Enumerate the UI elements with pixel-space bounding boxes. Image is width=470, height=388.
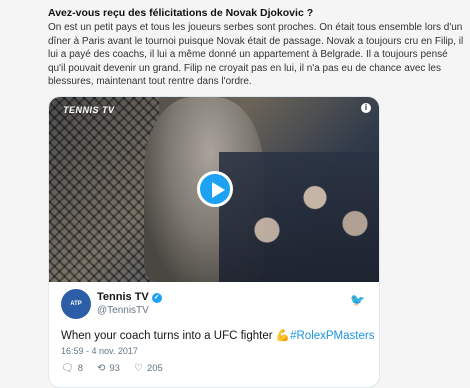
tweet-text-main: When your coach turns into a UFC fighter: [61, 330, 276, 342]
reply-action[interactable]: 🗨 8: [61, 363, 83, 374]
author-name-row[interactable]: Tennis TV ✓: [97, 291, 162, 303]
question-heading: Avez-vous reçu des félicitations de Nova…: [48, 7, 314, 19]
avatar[interactable]: ATP: [61, 289, 91, 319]
video-net: [49, 97, 159, 282]
author-handle[interactable]: @TennisTV: [97, 305, 149, 316]
tweet-timestamp[interactable]: 16:59 - 4 nov. 2017: [61, 346, 138, 356]
verified-badge-icon: ✓: [151, 293, 162, 303]
tweet-header: ATP Tennis TV ✓ @TennisTV 🐦: [61, 289, 367, 325]
retweet-icon: ⟲: [97, 363, 106, 374]
reply-count: 8: [77, 363, 83, 374]
retweet-action[interactable]: ⟲ 93: [97, 363, 120, 374]
tweet-video[interactable]: TENNIS TV i: [49, 97, 379, 282]
tweet-actions: 🗨 8 ⟲ 93 ♡ 205: [61, 363, 163, 374]
heart-icon: ♡: [133, 363, 143, 374]
author-name[interactable]: Tennis TV: [97, 291, 149, 303]
tennis-tv-video-logo: TENNIS TV: [63, 105, 115, 115]
like-action[interactable]: ♡ 205: [134, 363, 163, 374]
play-icon[interactable]: [197, 171, 233, 207]
flexed-biceps-icon: 💪: [275, 330, 291, 342]
like-count: 205: [146, 363, 163, 374]
embedded-tweet[interactable]: TENNIS TV i ATP Tennis TV ✓ @TennisTV 🐦 W…: [48, 96, 380, 388]
answer-paragraph: On est un petit pays et tous les joueurs…: [48, 22, 464, 87]
retweet-count: 93: [109, 363, 120, 374]
reply-icon: 🗨: [61, 363, 74, 374]
video-crowd: [219, 152, 379, 282]
twitter-bird-icon[interactable]: 🐦: [350, 293, 365, 307]
hashtag-link[interactable]: #RolexPMasters: [290, 330, 374, 342]
tweet-text: When your coach turns into a UFC fighter…: [61, 328, 374, 342]
info-icon[interactable]: i: [361, 103, 371, 113]
